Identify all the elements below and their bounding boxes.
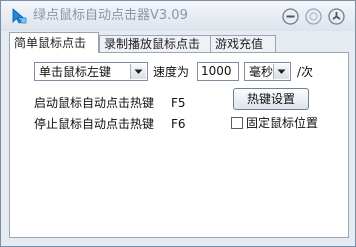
panel-empty-area <box>9 141 349 238</box>
app-window: 绿点鼠标自动点击器V3.09 简单鼠标点击 录制播放鼠标点击 游戏充值 单击鼠标… <box>0 0 356 247</box>
speed-input[interactable] <box>197 62 239 81</box>
title-bar[interactable]: 绿点鼠标自动点击器V3.09 <box>1 1 355 31</box>
hotkey-settings-button[interactable]: 热键设置 <box>233 88 309 110</box>
start-hotkey-value: F5 <box>171 96 186 110</box>
chevron-down-icon[interactable] <box>130 64 146 79</box>
fix-mouse-position-checkbox[interactable] <box>231 117 243 129</box>
tab-record-playback[interactable]: 录制播放鼠标点击 <box>99 35 213 52</box>
stop-hotkey-value: F6 <box>171 117 186 131</box>
mouse-button-select-value: 单击鼠标左键 <box>39 65 112 79</box>
stop-hotkey-label: 停止鼠标自动点击热键 <box>34 117 155 131</box>
start-hotkey-label: 启动鼠标自动点击热键 <box>34 96 155 110</box>
time-unit-select[interactable]: 毫秒 <box>244 62 291 81</box>
per-click-label: /次 <box>297 65 314 79</box>
tab-strip: 简单鼠标点击 录制播放鼠标点击 游戏充值 <box>9 32 349 53</box>
window-title: 绿点鼠标自动点击器V3.09 <box>33 8 188 23</box>
speed-label: 速度为 <box>153 65 190 79</box>
close-icon[interactable] <box>328 8 345 25</box>
tab-simple-click[interactable]: 简单鼠标点击 <box>9 32 99 53</box>
mouse-cursor-icon <box>11 8 27 24</box>
mouse-button-select[interactable]: 单击鼠标左键 <box>34 62 148 81</box>
chevron-down-icon[interactable] <box>273 64 289 79</box>
maximize-icon[interactable] <box>305 8 322 25</box>
minimize-icon[interactable] <box>282 8 299 25</box>
fix-mouse-position-label[interactable]: 固定鼠标位置 <box>246 115 318 131</box>
time-unit-select-value: 毫秒 <box>249 65 274 79</box>
tab-game-recharge[interactable]: 游戏充值 <box>210 35 276 52</box>
